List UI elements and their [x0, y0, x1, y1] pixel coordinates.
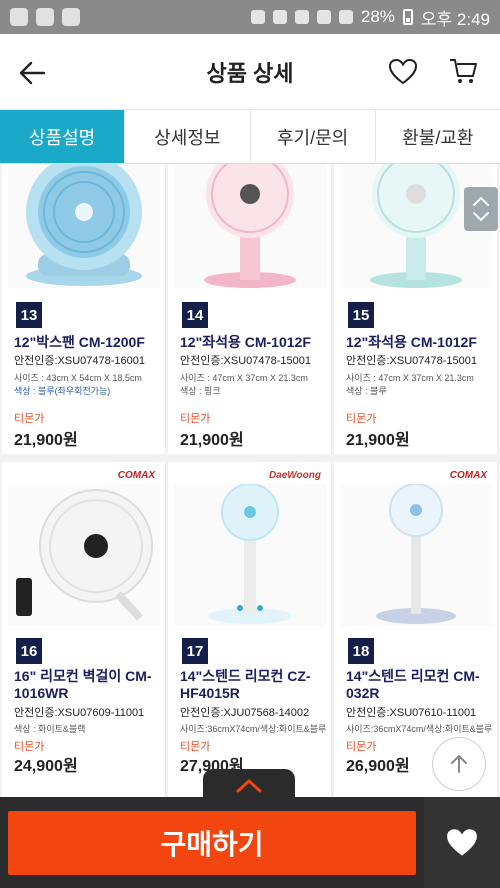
wishlist-button[interactable]	[424, 797, 500, 888]
clock: 오후 2:49	[420, 9, 490, 29]
product-name: 12"좌석용 CM-1012F	[346, 334, 477, 350]
signal-icon	[338, 10, 353, 24]
product-cert: 안전인증:XSU07478-16001	[14, 355, 145, 367]
product-cert: 안전인증:XSU07478-15001	[180, 355, 311, 367]
stand-fan-image	[208, 484, 292, 624]
tab-refund[interactable]: 환불/교환	[376, 110, 500, 163]
product-price: 21,900원	[180, 432, 244, 449]
battery-icon	[402, 9, 413, 25]
product-spec: 사이즈:36cmX74cm/색상:화이트&블루	[180, 724, 327, 734]
product-image	[8, 484, 160, 626]
tab-details[interactable]: 상세정보	[125, 110, 251, 163]
product-color: 색상 : 블루(좌우회전가능)	[14, 386, 111, 396]
product-spec: 사이즈 : 47cm X 37cm X 21.3cm	[180, 373, 308, 383]
product-card-13[interactable]: 13 12"박스팬 CM-1200F 안전인증:XSU07478-16001 사…	[2, 164, 166, 454]
product-grid: 13 12"박스팬 CM-1200F 안전인증:XSU07478-16001 사…	[0, 164, 500, 800]
product-spec: 색상 : 화이트&블랙	[14, 724, 86, 734]
product-image	[174, 164, 326, 288]
back-arrow-icon[interactable]	[16, 56, 50, 90]
product-number: 16	[16, 638, 42, 664]
chevron-up-down-icon	[473, 196, 489, 222]
product-number: 14	[182, 302, 208, 328]
product-color: 색상 : 블루	[346, 386, 387, 396]
brand-logo: COMAX	[117, 470, 155, 481]
product-spec: 사이즈 : 47cm X 37cm X 21.3cm	[346, 373, 474, 383]
status-right: 28% 오후 2:49	[250, 5, 490, 30]
app-bar: 상품 상세	[0, 34, 500, 110]
product-cert: 안전인증:XSU07609-11001	[14, 707, 145, 719]
page-title: 상품 상세	[206, 60, 294, 86]
tab-reviews[interactable]: 후기/문의	[251, 110, 376, 163]
bluetooth-icon	[250, 10, 265, 24]
cart-icon[interactable]	[448, 56, 478, 86]
tab-description[interactable]: 상품설명	[0, 110, 126, 163]
image-notification-icon	[36, 8, 54, 26]
product-number: 15	[348, 302, 374, 328]
seller-label: 티몬가	[180, 413, 211, 425]
product-name: 12"좌석용 CM-1012F	[180, 334, 311, 350]
chevron-up-icon	[236, 779, 262, 793]
wall-fan-image	[16, 489, 153, 621]
status-left-icons	[10, 8, 80, 26]
app-notification-icon	[10, 8, 28, 26]
product-card-17[interactable]: DaeWoong 17 14"스텐드 리모컨 CZ-HF4015R 안전인증:X…	[168, 462, 332, 800]
product-cert: 안전인증:XSU07610-11001	[346, 707, 477, 719]
product-spec: 사이즈 : 43cm X 54cm X 18.5cm	[14, 373, 142, 383]
brand-logo: DaeWoong	[268, 470, 321, 481]
product-price: 24,900원	[14, 758, 78, 775]
product-price: 26,900원	[346, 758, 410, 775]
product-card-16[interactable]: COMAX 16 16" 리모컨 벽걸이 CM-1016WR 안전인증:XSU0…	[2, 462, 166, 800]
arrow-up-icon	[451, 755, 467, 773]
product-cert: 안전인증:XSU07478-15001	[346, 355, 477, 367]
battery-percent: 28%	[360, 7, 395, 26]
product-cert: 안전인증:XJU07568-14002	[180, 707, 310, 719]
product-image	[8, 164, 160, 288]
product-name: 16" 리모컨 벽걸이 CM-1016WR	[14, 668, 152, 701]
product-name: 14"스텐드 리모컨 CZ-HF4015R	[180, 668, 311, 701]
product-image	[340, 484, 492, 626]
product-price: 21,900원	[14, 432, 78, 449]
product-card-14[interactable]: 14 12"좌석용 CM-1012F 안전인증:XSU07478-15001 사…	[168, 164, 332, 454]
product-name: 12"박스팬 CM-1200F	[14, 334, 145, 350]
heart-filled-icon	[447, 828, 477, 856]
mute-icon	[272, 10, 287, 24]
alarm-icon	[294, 10, 309, 24]
product-price: 21,900원	[346, 432, 410, 449]
bottom-action-bar: 구매하기	[0, 797, 500, 888]
desk-fan-pink-image	[204, 164, 296, 288]
video-notification-icon	[62, 8, 80, 26]
side-scroll-toggle[interactable]	[464, 187, 498, 231]
product-name: 14"스텐드 리모컨 CM-032R	[346, 668, 480, 701]
wifi-icon	[316, 10, 331, 24]
product-spec: 사이즈:36cmX74cm/색상:화이트&블루	[346, 724, 493, 734]
heart-icon[interactable]	[388, 58, 418, 86]
product-color: 색상 : 핑크	[180, 386, 221, 396]
seller-label: 티몬가	[14, 413, 45, 425]
seller-label: 티몬가	[346, 413, 377, 425]
product-image	[174, 484, 326, 626]
detail-tabs: 상품설명 상세정보 후기/문의 환불/교환	[0, 110, 500, 164]
buy-button[interactable]: 구매하기	[8, 811, 416, 875]
scroll-to-top-button[interactable]	[432, 737, 486, 791]
status-bar: 28% 오후 2:49	[0, 0, 500, 34]
product-number: 17	[182, 638, 208, 664]
brand-logo: COMAX	[449, 470, 487, 481]
box-fan-image	[26, 164, 142, 286]
product-number: 18	[348, 638, 374, 664]
product-number: 13	[16, 302, 42, 328]
stand-fan-grey-image	[376, 484, 456, 624]
